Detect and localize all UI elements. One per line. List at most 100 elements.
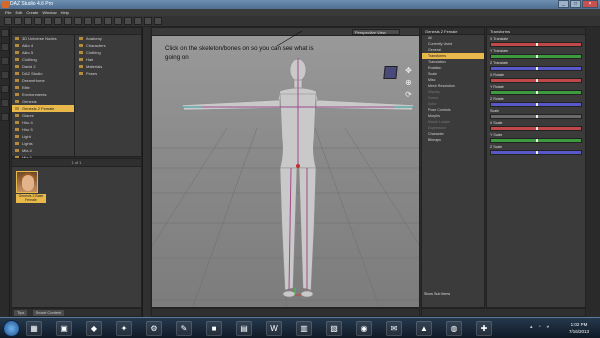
terminal-icon[interactable]: ■ bbox=[206, 321, 222, 336]
folder-item[interactable]: Hiro 5 bbox=[12, 126, 74, 133]
subfolder-item[interactable]: Hair bbox=[76, 56, 142, 63]
shaping-tab-icon[interactable] bbox=[1, 85, 9, 93]
content-library-tab-icon[interactable] bbox=[1, 29, 9, 37]
mail-icon[interactable]: ✉ bbox=[386, 321, 402, 336]
property-group-item[interactable]: Bitmaps bbox=[422, 137, 484, 143]
folder-item[interactable]: DAZ Studio bbox=[12, 70, 74, 77]
pdf-icon[interactable]: ▧ bbox=[326, 321, 342, 336]
slider-knob[interactable] bbox=[536, 67, 538, 70]
open-icon[interactable] bbox=[14, 17, 22, 25]
vlc-icon[interactable]: ▲ bbox=[416, 321, 432, 336]
parameter-slider[interactable] bbox=[490, 42, 582, 47]
parameter-slider[interactable] bbox=[490, 114, 582, 119]
firefox-icon[interactable]: ◍ bbox=[446, 321, 462, 336]
folder-item[interactable]: DreamHome bbox=[12, 77, 74, 84]
folder-item[interactable]: David 2 bbox=[12, 63, 74, 70]
right-tab-strip[interactable] bbox=[586, 27, 600, 317]
folder-item[interactable]: Gianni bbox=[12, 112, 74, 119]
parameter-slider[interactable] bbox=[490, 54, 582, 59]
tab-smart-content[interactable]: Smart Content bbox=[32, 310, 65, 316]
posing-tab-icon[interactable] bbox=[1, 99, 9, 107]
folder-item[interactable]: Genesis bbox=[12, 98, 74, 105]
folder-item[interactable]: Clothing bbox=[12, 56, 74, 63]
folder-item[interactable]: Lights bbox=[12, 140, 74, 147]
clock[interactable]: 1:02 PM 7/16/2013 bbox=[560, 321, 598, 335]
subfolder-item[interactable]: Characters bbox=[76, 42, 142, 49]
undo-icon[interactable] bbox=[34, 17, 42, 25]
select-icon[interactable] bbox=[54, 17, 62, 25]
tab-tips[interactable]: Tips bbox=[14, 310, 28, 316]
minimize-button[interactable]: _ bbox=[558, 0, 569, 8]
system-tray[interactable]: ▴ ◔ ◕ bbox=[530, 324, 558, 332]
slider-knob[interactable] bbox=[536, 43, 538, 46]
lights-tab-icon[interactable] bbox=[1, 113, 9, 121]
pan-control-icon[interactable]: ✥ bbox=[404, 66, 413, 75]
notepad-icon[interactable]: ▥ bbox=[296, 321, 312, 336]
parameter-slider[interactable] bbox=[490, 102, 582, 107]
slider-knob[interactable] bbox=[536, 151, 538, 154]
folder-item[interactable]: Genesis 2 Female bbox=[12, 105, 74, 112]
app-icon[interactable]: ▤ bbox=[236, 321, 252, 336]
tool-icon[interactable]: ✚ bbox=[476, 321, 492, 336]
parameter-slider[interactable] bbox=[490, 150, 582, 155]
daz-icon[interactable]: ◆ bbox=[86, 321, 102, 336]
subfolder-item[interactable]: Anatomy bbox=[76, 35, 142, 42]
light-icon[interactable] bbox=[154, 17, 162, 25]
parameter-slider[interactable] bbox=[490, 90, 582, 95]
folder-item[interactable]: Hiro 4 bbox=[12, 119, 74, 126]
menu-create[interactable]: Create bbox=[26, 9, 38, 16]
maximize-button[interactable]: □ bbox=[570, 0, 581, 8]
folder-item[interactable]: 3D Universe Nodes bbox=[12, 35, 74, 42]
folder-item[interactable]: Environments bbox=[12, 91, 74, 98]
slider-knob[interactable] bbox=[536, 91, 538, 94]
genesis2-female-thumbnail[interactable] bbox=[16, 171, 38, 193]
universal-tool-icon[interactable] bbox=[74, 17, 82, 25]
folder-item[interactable]: Light bbox=[12, 133, 74, 140]
slider-knob[interactable] bbox=[536, 55, 538, 58]
slider-knob[interactable] bbox=[536, 127, 538, 130]
orbit-control-icon[interactable]: ⟳ bbox=[404, 90, 413, 99]
subfolder-item[interactable]: Materials bbox=[76, 63, 142, 70]
slider-knob[interactable] bbox=[536, 103, 538, 106]
preview-icon[interactable] bbox=[134, 17, 142, 25]
folder-item[interactable]: Aiko 4 bbox=[12, 42, 74, 49]
show-sub-items-checkbox[interactable]: Show Sub Items bbox=[424, 292, 450, 296]
parameter-slider[interactable] bbox=[490, 66, 582, 71]
save-icon[interactable] bbox=[24, 17, 32, 25]
fire-icon[interactable]: ✦ bbox=[116, 321, 132, 336]
menu-edit[interactable]: Edit bbox=[15, 9, 22, 16]
zoom-control-icon[interactable]: ⊕ bbox=[404, 78, 413, 87]
surfaces-tab-icon[interactable] bbox=[1, 71, 9, 79]
render-icon[interactable] bbox=[124, 17, 132, 25]
media-icon[interactable]: ▣ bbox=[56, 321, 72, 336]
camera-icon[interactable] bbox=[144, 17, 152, 25]
paint-icon[interactable]: ✎ bbox=[176, 321, 192, 336]
word-icon[interactable]: W bbox=[266, 321, 282, 336]
3d-viewport[interactable]: Perspective View Click on the skeleton/b… bbox=[151, 27, 420, 308]
rotate-icon[interactable] bbox=[84, 17, 92, 25]
parameter-slider[interactable] bbox=[490, 138, 582, 143]
navigation-cube[interactable] bbox=[383, 66, 398, 79]
close-button[interactable]: × bbox=[582, 0, 598, 8]
subfolder-item[interactable]: Clothing bbox=[76, 49, 142, 56]
redo-icon[interactable] bbox=[44, 17, 52, 25]
folder-item[interactable]: Mia 4 bbox=[12, 147, 74, 154]
node-icon[interactable] bbox=[64, 17, 72, 25]
slider-knob[interactable] bbox=[536, 139, 538, 142]
translate-icon[interactable] bbox=[94, 17, 102, 25]
start-button[interactable] bbox=[3, 320, 20, 337]
joint-editor-icon[interactable] bbox=[114, 17, 122, 25]
menu-file[interactable]: File bbox=[5, 9, 11, 16]
panel-side-tabs[interactable] bbox=[142, 27, 150, 317]
subfolder-item[interactable]: Poses bbox=[76, 70, 142, 77]
menu-window[interactable]: Window bbox=[42, 9, 56, 16]
slider-knob[interactable] bbox=[536, 79, 538, 82]
parameter-slider[interactable] bbox=[490, 126, 582, 131]
smart-content-tab-icon[interactable] bbox=[1, 43, 9, 51]
menu-help[interactable]: Help bbox=[61, 9, 69, 16]
scene-tab-icon[interactable] bbox=[1, 57, 9, 65]
explorer-icon[interactable]: ⚙ bbox=[146, 321, 162, 336]
slider-knob[interactable] bbox=[536, 115, 538, 118]
parameter-slider[interactable] bbox=[490, 78, 582, 83]
scale-icon[interactable] bbox=[104, 17, 112, 25]
